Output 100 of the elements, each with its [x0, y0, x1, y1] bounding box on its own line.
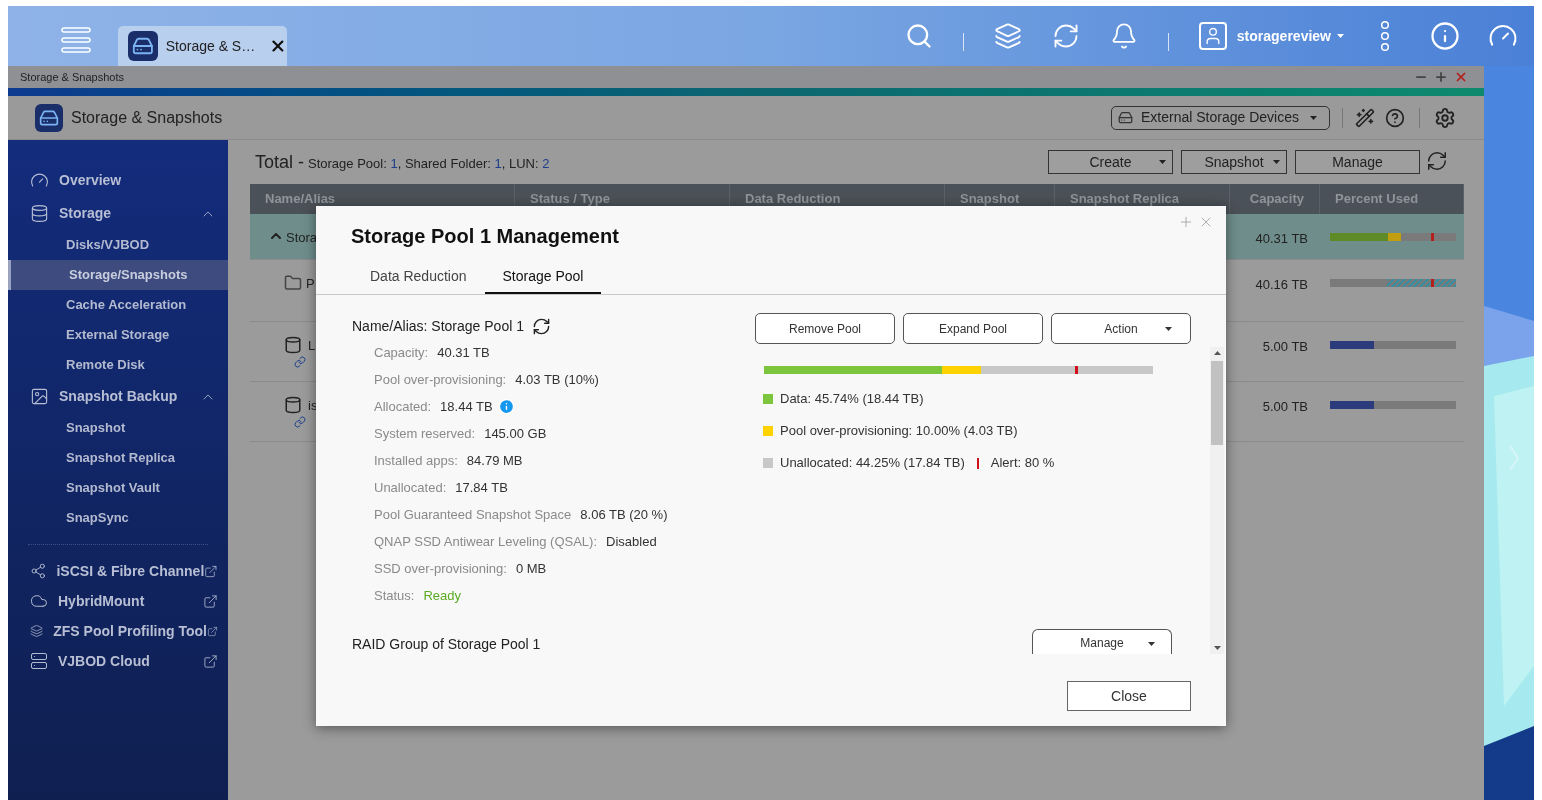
- sidebar-item[interactable]: Snapshot Backup: [8, 380, 228, 413]
- device-dropdown[interactable]: External Storage Devices: [1111, 105, 1330, 130]
- link-label: iSCSI & Fibre Channel: [56, 561, 205, 581]
- detail-label: Capacity:: [374, 343, 429, 362]
- detail-label: Unallocated:: [374, 478, 447, 497]
- external-link-icon: [203, 593, 218, 609]
- detail-value: 4.03 TB (10%): [515, 370, 599, 389]
- app-title: Storage & Snapshots: [71, 107, 224, 128]
- detail-value: 40.31 TB: [437, 343, 490, 362]
- detail-value: 84.79 MB: [466, 451, 523, 470]
- disk-icon: [284, 396, 302, 414]
- drive-icon: [1118, 110, 1133, 125]
- app-tab[interactable]: Storage & S…: [118, 26, 287, 66]
- layers-icon[interactable]: [993, 22, 1022, 50]
- help-icon[interactable]: [1385, 107, 1405, 128]
- disk-icon: [284, 336, 302, 354]
- detail-value: Ready: [423, 586, 462, 605]
- detail-value: Disabled: [606, 532, 657, 551]
- sidebar-subitem[interactable]: Cache Acceleration: [8, 290, 228, 320]
- settings-icon[interactable]: [1434, 106, 1456, 129]
- detail-value: 145.00 GB: [484, 424, 547, 443]
- link-icon: [294, 416, 306, 428]
- link-label: HybridMount: [58, 591, 146, 611]
- action-button[interactable]: Remove Pool: [755, 313, 895, 344]
- link-label: VJBOD Cloud: [58, 651, 151, 671]
- detail-label: Status:: [374, 586, 415, 605]
- refresh-icon[interactable]: [1426, 150, 1448, 172]
- detail-value: 8.06 TB (20 %): [580, 505, 668, 524]
- menu-icon[interactable]: [61, 27, 91, 53]
- pool-name: Name/Alias: Storage Pool 1: [352, 316, 524, 336]
- detail-label: Pool over-provisioning:: [374, 370, 507, 389]
- window-title: Storage & Snapshots: [20, 69, 125, 85]
- detail-label: Installed apps:: [374, 451, 458, 470]
- rename-icon[interactable]: [532, 316, 551, 336]
- sidebar-subitem[interactable]: Storage/Snapshots: [8, 260, 228, 290]
- total-summary: Total - Storage Pool: 1, Shared Folder: 1, LUN: 2: [254, 150, 551, 174]
- sidebar-link[interactable]: ZFS Pool Profiling Tool: [8, 616, 228, 646]
- app-icon: [35, 103, 63, 132]
- tab-label: Storage & S…: [165, 36, 256, 56]
- more-icon[interactable]: [1380, 21, 1390, 51]
- manage-button[interactable]: Manage: [1032, 629, 1172, 654]
- caret-icon: [1273, 160, 1280, 164]
- search-icon[interactable]: [904, 22, 933, 50]
- toolbar-button[interactable]: Create: [1048, 150, 1173, 174]
- sidebar-subitem[interactable]: Disks/VJBOD: [8, 230, 228, 260]
- link-icon: [294, 356, 306, 368]
- scroll-down-icon: [1213, 646, 1221, 650]
- detail-label: SSD over-provisioning:: [374, 559, 507, 578]
- action-button[interactable]: Expand Pool: [903, 313, 1043, 344]
- dialog-tab[interactable]: Data Reduction: [352, 260, 485, 294]
- sidebar-link[interactable]: iSCSI & Fibre Channel: [8, 556, 228, 586]
- external-link-icon: [203, 653, 218, 669]
- detail-value: 18.44 TB: [440, 397, 493, 416]
- legend-label: Pool over-provisioning: 10.00% (4.03 TB): [780, 422, 1018, 441]
- action-button[interactable]: Action: [1051, 313, 1191, 344]
- share-icon: [30, 562, 47, 580]
- scrollbar[interactable]: [1210, 347, 1224, 654]
- sidebar-subitem[interactable]: Snapshot Vault: [8, 473, 228, 503]
- sidebar-item[interactable]: Storage: [8, 197, 228, 230]
- info-icon[interactable]: [1430, 21, 1460, 51]
- capacity-cell-text: 40.16 TB: [1255, 276, 1308, 294]
- capacity-cell-text: 40.31 TB: [1255, 230, 1308, 248]
- maximize-icon[interactable]: [1434, 70, 1448, 84]
- sidebar-subitem[interactable]: SnapSync: [8, 503, 228, 533]
- sidebar-link[interactable]: VJBOD Cloud: [8, 646, 228, 676]
- capacity-cell-text: 5.00 TB: [1262, 398, 1308, 416]
- server-icon: [30, 652, 48, 670]
- legend-label: Unallocated: 44.25% (17.84 TB): [780, 454, 965, 473]
- alert-label: Alert: 80 %: [990, 454, 1055, 473]
- caret-icon: [1159, 160, 1166, 164]
- scroll-thumb[interactable]: [1211, 361, 1223, 445]
- sidebar-subitem[interactable]: Remote Disk: [8, 350, 228, 380]
- dialog-tab[interactable]: Storage Pool: [484, 260, 602, 294]
- close-button[interactable]: Close: [1067, 681, 1191, 711]
- detail-label: System reserved:: [374, 424, 476, 443]
- info-icon[interactable]: [497, 398, 515, 415]
- sidebar-item[interactable]: Overview: [8, 164, 228, 197]
- detail-label: Allocated:: [374, 397, 432, 416]
- caret-icon: [1165, 327, 1172, 331]
- external-link-icon: [204, 563, 218, 579]
- gauge-icon: [30, 171, 49, 190]
- user-caret-icon: [1337, 34, 1344, 38]
- user-icon[interactable]: [1198, 22, 1227, 50]
- detail-value: 0 MB: [515, 559, 547, 578]
- detail-label: Pool Guaranteed Snapshot Space: [374, 505, 572, 524]
- row-name: Stora: [286, 229, 318, 247]
- row-name: L: [308, 337, 316, 355]
- dialog-title: Storage Pool 1 Management: [351, 224, 619, 249]
- legend-label: Data: 45.74% (18.44 TB): [780, 390, 924, 409]
- sidebar-subitem[interactable]: Snapshot Replica: [8, 443, 228, 473]
- layers-icon: [30, 622, 44, 640]
- folder-icon: [284, 274, 302, 292]
- caret-icon: [1148, 642, 1155, 646]
- wand-icon[interactable]: [1355, 107, 1375, 128]
- toolbar-button[interactable]: Manage: [1295, 150, 1420, 174]
- capacity-cell-text: 5.00 TB: [1262, 338, 1308, 356]
- sidebar-link[interactable]: HybridMount: [8, 586, 228, 616]
- sidebar-subitem[interactable]: Snapshot: [8, 413, 228, 443]
- sidebar-subitem[interactable]: External Storage: [8, 320, 228, 350]
- toolbar-button[interactable]: Snapshot: [1181, 150, 1287, 174]
